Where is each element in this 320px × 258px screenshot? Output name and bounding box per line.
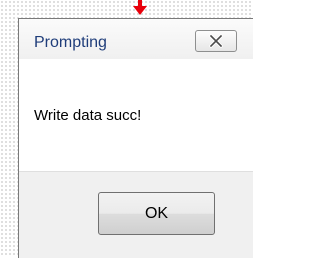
dialog-content: Write data succ! bbox=[19, 59, 253, 171]
dialog-footer: OK bbox=[19, 171, 253, 258]
close-icon bbox=[209, 34, 223, 48]
message-dialog: Prompting Write data succ! OK bbox=[18, 18, 253, 258]
arrow-head bbox=[133, 6, 147, 15]
dialog-titlebar[interactable]: Prompting bbox=[19, 19, 253, 59]
dialog-message: Write data succ! bbox=[34, 107, 142, 124]
close-button[interactable] bbox=[195, 30, 237, 52]
dialog-title: Prompting bbox=[34, 34, 107, 51]
ok-button[interactable]: OK bbox=[98, 192, 215, 235]
